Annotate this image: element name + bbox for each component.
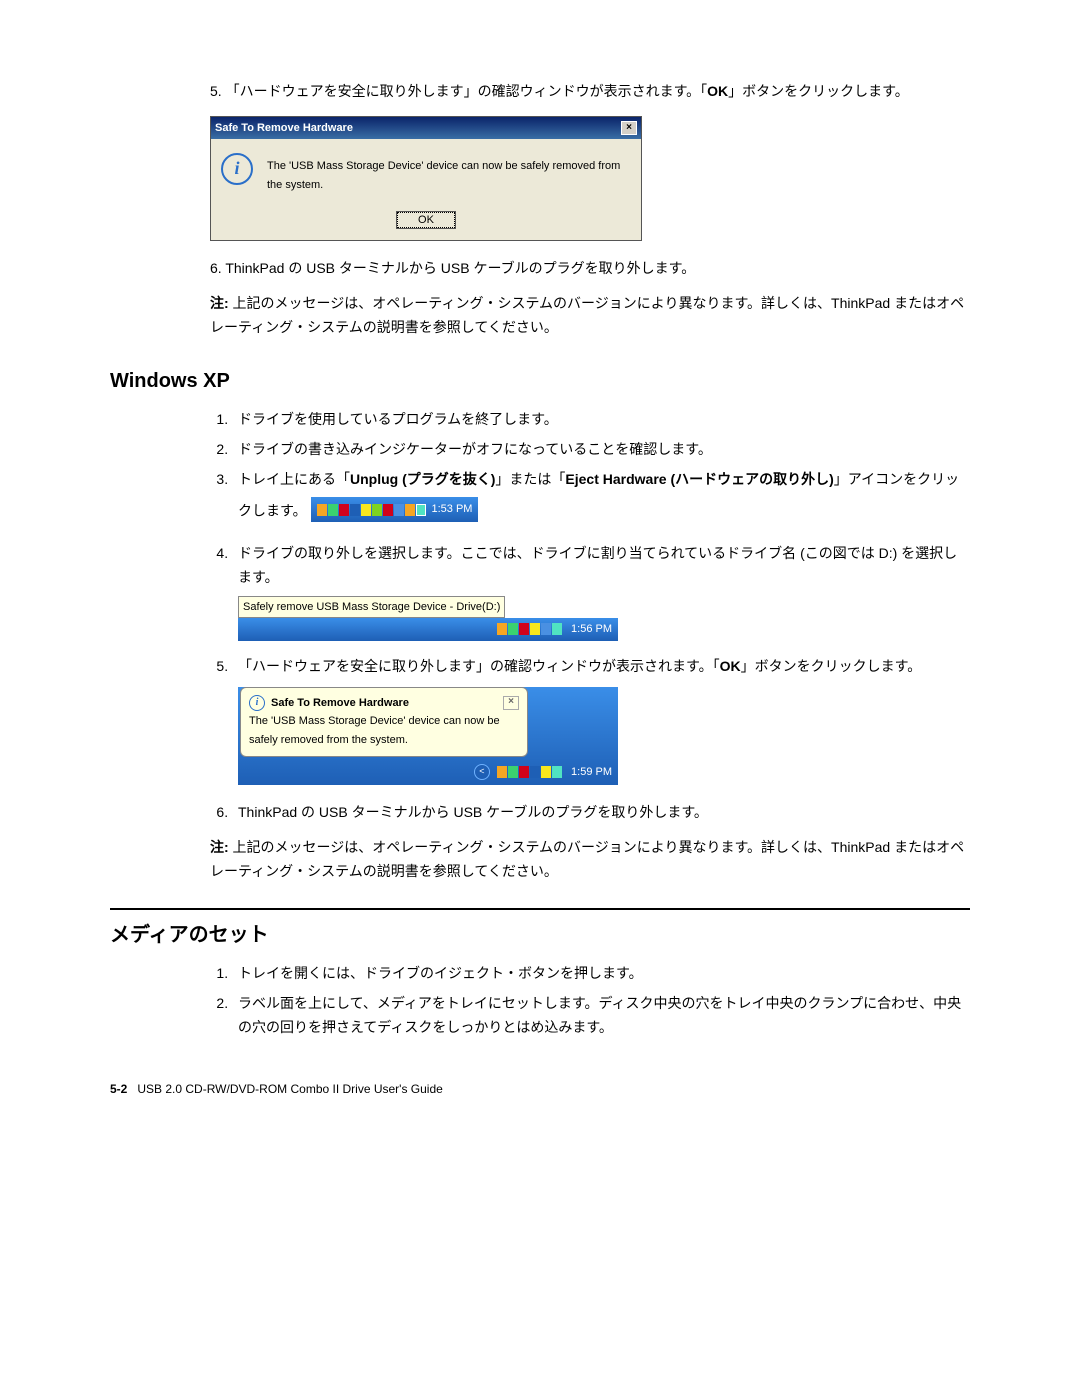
windows-xp-heading: Windows XP — [110, 364, 970, 398]
xp-step1: ドライブを使用しているプログラムを終了します。 — [232, 408, 970, 432]
dialog-body: i The 'USB Mass Storage Device' device c… — [211, 139, 641, 204]
tray-icon — [383, 504, 393, 516]
tray-icon — [508, 766, 518, 778]
tray-icon — [361, 504, 371, 516]
text: 」ボタンをクリックします。 — [728, 83, 909, 99]
media-steps: トレイを開くには、ドライブのイジェクト・ボタンを押します。 ラベル面を上にして、… — [210, 962, 970, 1039]
tray-icon — [530, 623, 540, 635]
tray-icon — [497, 766, 507, 778]
tray-icon — [552, 766, 562, 778]
text: 5. 「ハードウェアを安全に取り外します」の確認ウィンドウが表示されます。「 — [210, 83, 707, 99]
media-heading: メディアのセット — [110, 908, 970, 952]
balloon-title: i Safe To Remove Hardware × — [249, 694, 519, 713]
tray-icon — [328, 504, 338, 516]
media-step1: トレイを開くには、ドライブのイジェクト・ボタンを押します。 — [232, 962, 970, 986]
tray-icons — [497, 623, 562, 635]
dialog-message: The 'USB Mass Storage Device' device can… — [267, 153, 631, 194]
win2k-step6: 6. ThinkPad の USB ターミナルから USB ケーブルのプラグを取… — [210, 257, 970, 281]
tray-icon — [530, 766, 540, 778]
tray-time: 1:59 PM — [571, 766, 612, 778]
xp-step3: トレイ上にある「Unplug (プラグを抜く)」または「Eject Hardwa… — [232, 468, 970, 536]
dialog-title: Safe To Remove Hardware — [215, 119, 353, 138]
xp-systray-1: 1:53 PM — [311, 497, 479, 522]
balloon-title-text: Safe To Remove Hardware — [271, 694, 409, 713]
tray-icon — [372, 504, 382, 516]
text: 「ハードウェアを安全に取り外します」の確認ウィンドウが表示されます。「 — [238, 658, 720, 674]
note-label: 注: — [210, 839, 229, 855]
text: 」または「 — [495, 471, 565, 487]
tray-icon — [394, 504, 404, 516]
tray-icon — [519, 766, 529, 778]
tray-icon — [497, 623, 507, 635]
note-label: 注: — [210, 295, 229, 311]
ok-bold: OK — [720, 658, 741, 674]
bold: Eject Hardware (ハードウェアの取り外し) — [565, 471, 833, 487]
tray-icons — [497, 766, 562, 778]
xp-step5: 「ハードウェアを安全に取り外します」の確認ウィンドウが表示されます。「OK」ボタ… — [232, 655, 970, 785]
play-icon — [416, 504, 426, 516]
win2k-step5: 5. 「ハードウェアを安全に取り外します」の確認ウィンドウが表示されます。「OK… — [210, 80, 970, 104]
safely-remove-tooltip[interactable]: Safely remove USB Mass Storage Device - … — [238, 596, 505, 619]
tray-icon — [317, 504, 327, 516]
taskbar: < 1:59 PM — [238, 759, 618, 785]
tray-time: 1:56 PM — [571, 623, 612, 635]
tray-icon — [405, 504, 415, 516]
tray-icon — [339, 504, 349, 516]
xp-steps: ドライブを使用しているプログラムを終了します。 ドライブの書き込みインジケーター… — [210, 408, 970, 824]
xp-balloon-wrap: i Safe To Remove Hardware × The 'USB Mas… — [238, 687, 618, 785]
close-icon[interactable]: × — [503, 696, 519, 710]
tray-icon — [508, 623, 518, 635]
tray-icon — [541, 623, 551, 635]
text: トレイ上にある「 — [238, 471, 350, 487]
tray-icons — [317, 504, 426, 516]
dialog-titlebar: Safe To Remove Hardware × — [211, 117, 641, 140]
note-text: 上記のメッセージは、オペレーティング・システムのバージョンにより異なります。詳し… — [210, 295, 964, 335]
win2k-dialog: Safe To Remove Hardware × i The 'USB Mas… — [210, 116, 642, 241]
info-icon: i — [221, 153, 253, 185]
footer: 5-2 USB 2.0 CD-RW/DVD-ROM Combo II Drive… — [110, 1079, 970, 1099]
media-step2: ラベル面を上にして、メディアをトレイにセットします。ディスク中央の穴をトレイ中央… — [232, 992, 970, 1040]
page-number: 5-2 — [110, 1082, 127, 1096]
tray-icon — [541, 766, 551, 778]
note-text: 上記のメッセージは、オペレーティング・システムのバージョンにより異なります。詳し… — [210, 839, 964, 879]
text: ドライブの取り外しを選択します。ここでは、ドライブに割り当てられているドライブ名… — [238, 545, 957, 585]
close-icon[interactable]: × — [621, 121, 637, 135]
tray-time: 1:53 PM — [432, 500, 473, 519]
win2k-note: 注: 上記のメッセージは、オペレーティング・システムのバージョンにより異なります… — [210, 292, 970, 340]
footer-title: USB 2.0 CD-RW/DVD-ROM Combo II Drive Use… — [137, 1082, 442, 1096]
tray-icon — [519, 623, 529, 635]
tray-icon — [552, 623, 562, 635]
xp-balloon: i Safe To Remove Hardware × The 'USB Mas… — [240, 687, 528, 757]
xp-step6: ThinkPad の USB ターミナルから USB ケーブルのプラグを取り外し… — [232, 801, 970, 825]
xp-note: 注: 上記のメッセージは、オペレーティング・システムのバージョンにより異なります… — [210, 836, 970, 884]
xp-step4: ドライブの取り外しを選択します。ここでは、ドライブに割り当てられているドライブ名… — [232, 542, 970, 641]
taskbar: 1:56 PM — [238, 618, 618, 641]
xp-systray-2: Safely remove USB Mass Storage Device - … — [238, 596, 618, 641]
xp-step2: ドライブの書き込みインジケーターがオフになっていることを確認します。 — [232, 438, 970, 462]
tray-icon — [350, 504, 360, 516]
text: 」ボタンをクリックします。 — [741, 658, 922, 674]
chevron-icon[interactable]: < — [474, 764, 490, 780]
ok-bold: OK — [707, 83, 728, 99]
info-icon: i — [249, 695, 265, 711]
bold: Unplug (プラグを抜く) — [350, 471, 495, 487]
content: 5. 「ハードウェアを安全に取り外します」の確認ウィンドウが表示されます。「OK… — [210, 80, 970, 1039]
balloon-message: The 'USB Mass Storage Device' device can… — [249, 712, 519, 749]
dialog-buttons: OK — [211, 205, 641, 240]
ok-button[interactable]: OK — [397, 212, 455, 228]
